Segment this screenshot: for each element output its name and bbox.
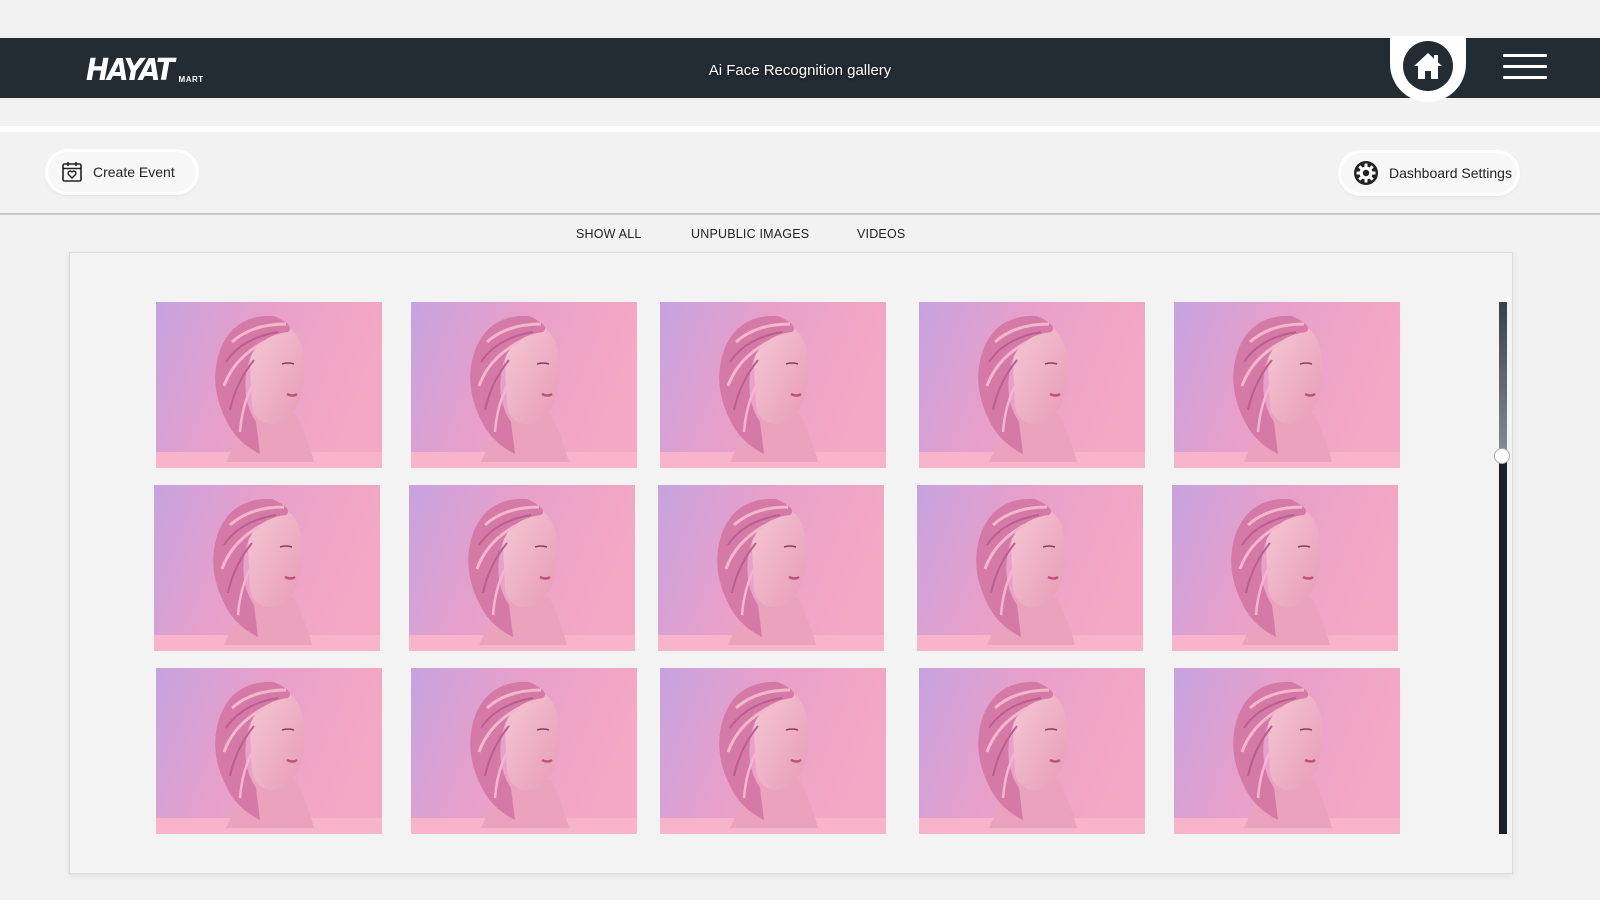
create-event-label: Create Event (93, 164, 175, 180)
create-event-button[interactable]: Create Event (48, 152, 196, 192)
header-separator (0, 126, 1600, 132)
calendar-heart-icon (61, 161, 83, 183)
gallery-image[interactable] (919, 302, 1145, 468)
filter-unpublic-images[interactable]: UNPUBLIC IMAGES (691, 227, 809, 241)
hamburger-menu-button[interactable] (1503, 54, 1547, 80)
gallery-image[interactable] (1174, 302, 1400, 468)
gallery-image[interactable] (156, 302, 382, 468)
toolbar-divider (0, 213, 1600, 215)
gallery-image[interactable] (660, 668, 886, 834)
gear-icon (1353, 160, 1379, 186)
menu-line (1503, 65, 1547, 68)
scrollbar-thumb[interactable] (1499, 302, 1507, 458)
dashboard-settings-button[interactable]: Dashboard Settings (1341, 153, 1517, 193)
home-button[interactable] (1403, 41, 1453, 91)
filter-videos[interactable]: VIDEOS (857, 227, 905, 241)
top-navigation-bar: HAYAT MART Ai Face Recognition gallery (0, 36, 1600, 102)
page-title: Ai Face Recognition gallery (708, 62, 892, 79)
gallery-image[interactable] (411, 302, 637, 468)
menu-line (1503, 54, 1547, 57)
gallery-image[interactable] (919, 668, 1145, 834)
gallery-image[interactable] (917, 485, 1143, 651)
menu-line (1503, 76, 1547, 79)
gallery-image[interactable] (154, 485, 380, 651)
gallery-image[interactable] (660, 302, 886, 468)
gallery-image[interactable] (1172, 485, 1398, 651)
gallery-image[interactable] (1174, 668, 1400, 834)
home-icon (1414, 53, 1442, 79)
gallery-image[interactable] (411, 668, 637, 834)
scrollbar-handle[interactable] (1494, 448, 1510, 464)
gallery-scrollbar[interactable] (1499, 302, 1507, 834)
filter-show-all[interactable]: SHOW ALL (576, 227, 642, 241)
gallery-image[interactable] (658, 485, 884, 651)
gallery-image[interactable] (409, 485, 635, 651)
gallery-image[interactable] (156, 668, 382, 834)
dashboard-settings-label: Dashboard Settings (1389, 165, 1512, 181)
